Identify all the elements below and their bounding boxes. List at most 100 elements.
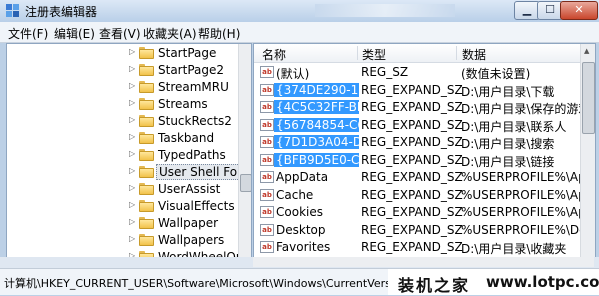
- value-row[interactable]: ab Desktop REG_EXPAND_SZ %USERPROFILE%\Desk…: [254, 222, 595, 239]
- list-scroll-thumb[interactable]: [582, 62, 595, 134]
- window-title: 注册表编辑器: [25, 5, 98, 19]
- value-type: REG_EXPAND_SZ: [361, 135, 463, 149]
- menu-help[interactable]: 帮助(H): [198, 25, 240, 42]
- menu-file[interactable]: 文件(F): [8, 25, 48, 42]
- tree-item-label: Wallpapers: [158, 233, 225, 247]
- value-type: REG_EXPAND_SZ: [361, 100, 463, 114]
- value-type: REG_EXPAND_SZ: [361, 170, 463, 184]
- tree-item-label: StuckRects2: [158, 114, 232, 128]
- list-horizontal-scrollbar[interactable]: [253, 257, 594, 267]
- tree-item[interactable]: ▷ StartPage: [7, 45, 238, 62]
- value-row[interactable]: ab Favorites REG_EXPAND_SZ D:\用户目录\收藏夹: [254, 239, 584, 256]
- menu-bar: 文件(F) 编辑(E) 查看(V) 收藏夹(A) 帮助(H): [0, 22, 599, 43]
- value-row[interactable]: ab Cache REG_EXPAND_SZ %USERPROFILE%\AppD: [254, 187, 595, 204]
- tree-expand-arrow-icon[interactable]: ▷: [129, 166, 135, 175]
- value-name: (默认): [276, 67, 310, 81]
- folder-icon: [139, 115, 154, 127]
- tree-item-label: UserAssist: [158, 182, 221, 196]
- registry-key-tree[interactable]: ▷ StartPage ▷ StartPage2 ▷ StreamMRU ▷ Streams ▷…: [6, 43, 252, 258]
- value-type: REG_EXPAND_SZ: [361, 187, 463, 202]
- value-data: (数值未设置): [461, 67, 531, 81]
- value-name: {4C5C32FF-BB...: [274, 100, 359, 114]
- tree-expand-arrow-icon[interactable]: ▷: [129, 115, 135, 124]
- tree-item-label: Streams: [158, 97, 208, 111]
- registry-value-list[interactable]: 名称 类型 数据 ab (默认) REG_SZ (数值未设置) ab {374DE290-…: [253, 43, 596, 258]
- ab-icon: ab: [260, 83, 274, 96]
- value-row[interactable]: ab (默认) REG_SZ (数值未设置): [254, 64, 584, 81]
- value-type: REG_EXPAND_SZ: [361, 205, 463, 219]
- tree-item-label: StartPage2: [158, 63, 224, 77]
- scroll-up-arrow-icon[interactable]: ▲: [584, 47, 589, 55]
- current-key-path: 计算机\HKEY_CURRENT_USER\Software\Microsoft…: [4, 277, 389, 290]
- value-row[interactable]: ab{374DE290-12...REG_EXPAND_SZD:\用户目录\下载: [254, 82, 584, 99]
- watermark-brand: 装机之家: [398, 276, 471, 295]
- tree-item[interactable]: ▷ Wallpaper: [7, 215, 238, 232]
- value-data: %USERPROFILE%\AppD: [461, 187, 596, 202]
- tree-item-label: StreamMRU: [158, 80, 229, 94]
- tree-item[interactable]: ▷ Streams: [7, 96, 238, 113]
- tree-expand-arrow-icon[interactable]: ▷: [129, 98, 135, 107]
- tree-vertical-scrollbar[interactable]: [238, 44, 251, 257]
- tree-expand-arrow-icon[interactable]: ▷: [129, 217, 135, 226]
- tree-item[interactable]: ▷ StuckRects2: [7, 113, 238, 130]
- menu-favorites[interactable]: 收藏夹(A): [143, 25, 197, 42]
- column-divider[interactable]: [357, 46, 358, 60]
- folder-icon: [139, 149, 154, 161]
- tree-expand-arrow-icon[interactable]: ▷: [129, 81, 135, 90]
- tree-item[interactable]: ▷ StreamMRU: [7, 79, 238, 96]
- value-row[interactable]: ab AppData REG_EXPAND_SZ %USERPROFILE%\AppD: [254, 169, 595, 186]
- value-name: {BFB9D5E0-C6...: [274, 152, 359, 167]
- tree-expand-arrow-icon[interactable]: ▷: [129, 149, 135, 158]
- value-row[interactable]: ab{4C5C32FF-BB...REG_EXPAND_SZD:\用户目录\保存…: [254, 99, 590, 116]
- folder-icon: [139, 183, 154, 195]
- watermark: 装机之家 www.lotpc.com: [388, 269, 599, 295]
- tree-expand-arrow-icon[interactable]: ▷: [129, 64, 135, 73]
- tree-expand-arrow-icon[interactable]: ▷: [129, 200, 135, 209]
- ab-icon: ab: [260, 223, 274, 236]
- tree-item[interactable]: ▷User Shell Folders: [7, 164, 251, 181]
- value-name: Cookies: [276, 205, 323, 219]
- value-data: D:\用户目录\联系人: [461, 119, 567, 134]
- list-vertical-scrollbar[interactable]: ▲: [580, 44, 595, 257]
- column-header-data[interactable]: 数据: [462, 46, 486, 63]
- tree-item[interactable]: ▷ Taskband: [7, 130, 238, 147]
- tree-item-label: VisualEffects: [158, 199, 235, 213]
- title-bar[interactable]: 注册表编辑器 ▁ ☐ ✕: [0, 0, 599, 23]
- column-header-type[interactable]: 类型: [362, 46, 386, 63]
- folder-icon: [139, 217, 154, 229]
- registry-editor-icon: [6, 4, 19, 17]
- menu-edit[interactable]: 编辑(E): [54, 25, 95, 42]
- tree-item-label: Taskband: [158, 131, 215, 145]
- close-button[interactable]: ✕: [560, 1, 598, 20]
- value-row[interactable]: ab{7D1D3A04-DE...REG_EXPAND_SZD:\用户目录\搜索: [254, 134, 584, 151]
- watermark-url: www.lotpc.com: [486, 273, 599, 291]
- value-name: {56784854-C6...: [274, 117, 359, 132]
- tree-expand-arrow-icon[interactable]: ▷: [129, 183, 135, 192]
- value-data: %USERPROFILE%\AppD: [461, 170, 596, 184]
- tree-expand-arrow-icon[interactable]: ▷: [129, 132, 135, 141]
- value-row[interactable]: ab Cookies REG_EXPAND_SZ %USERPROFILE%\AppD: [254, 204, 595, 221]
- tree-item[interactable]: ▷ StartPage2: [7, 62, 238, 79]
- tree-scroll-thumb[interactable]: [240, 174, 251, 192]
- folder-icon: [139, 132, 154, 144]
- menu-view[interactable]: 查看(V): [99, 25, 141, 42]
- column-divider[interactable]: [456, 46, 457, 60]
- value-row[interactable]: ab{BFB9D5E0-C6...REG_EXPAND_SZD:\用户目录\链接: [254, 152, 584, 169]
- folder-icon: [139, 166, 154, 178]
- ab-icon: ab: [260, 153, 274, 166]
- folder-icon: [139, 234, 154, 246]
- tree-item[interactable]: ▷ Wallpapers: [7, 232, 238, 249]
- tree-item[interactable]: ▷ TypedPaths: [7, 147, 238, 164]
- column-header-name[interactable]: 名称: [262, 46, 286, 63]
- value-name: {374DE290-12...: [274, 82, 359, 97]
- tree-item[interactable]: ▷ VisualEffects: [7, 198, 238, 215]
- tree-item-label: Wallpaper: [158, 216, 219, 230]
- tree-item-label: StartPage: [158, 46, 217, 60]
- value-row[interactable]: ab{56784854-C6...REG_EXPAND_SZD:\用户目录\联系…: [254, 117, 584, 134]
- tree-expand-arrow-icon[interactable]: ▷: [129, 234, 135, 243]
- value-data: D:\用户目录\保存的游戏: [461, 102, 591, 116]
- value-data: D:\用户目录\收藏夹: [461, 242, 567, 256]
- value-data: D:\用户目录\链接: [461, 154, 555, 169]
- tree-expand-arrow-icon[interactable]: ▷: [129, 47, 135, 56]
- tree-item[interactable]: ▷ UserAssist: [7, 181, 238, 198]
